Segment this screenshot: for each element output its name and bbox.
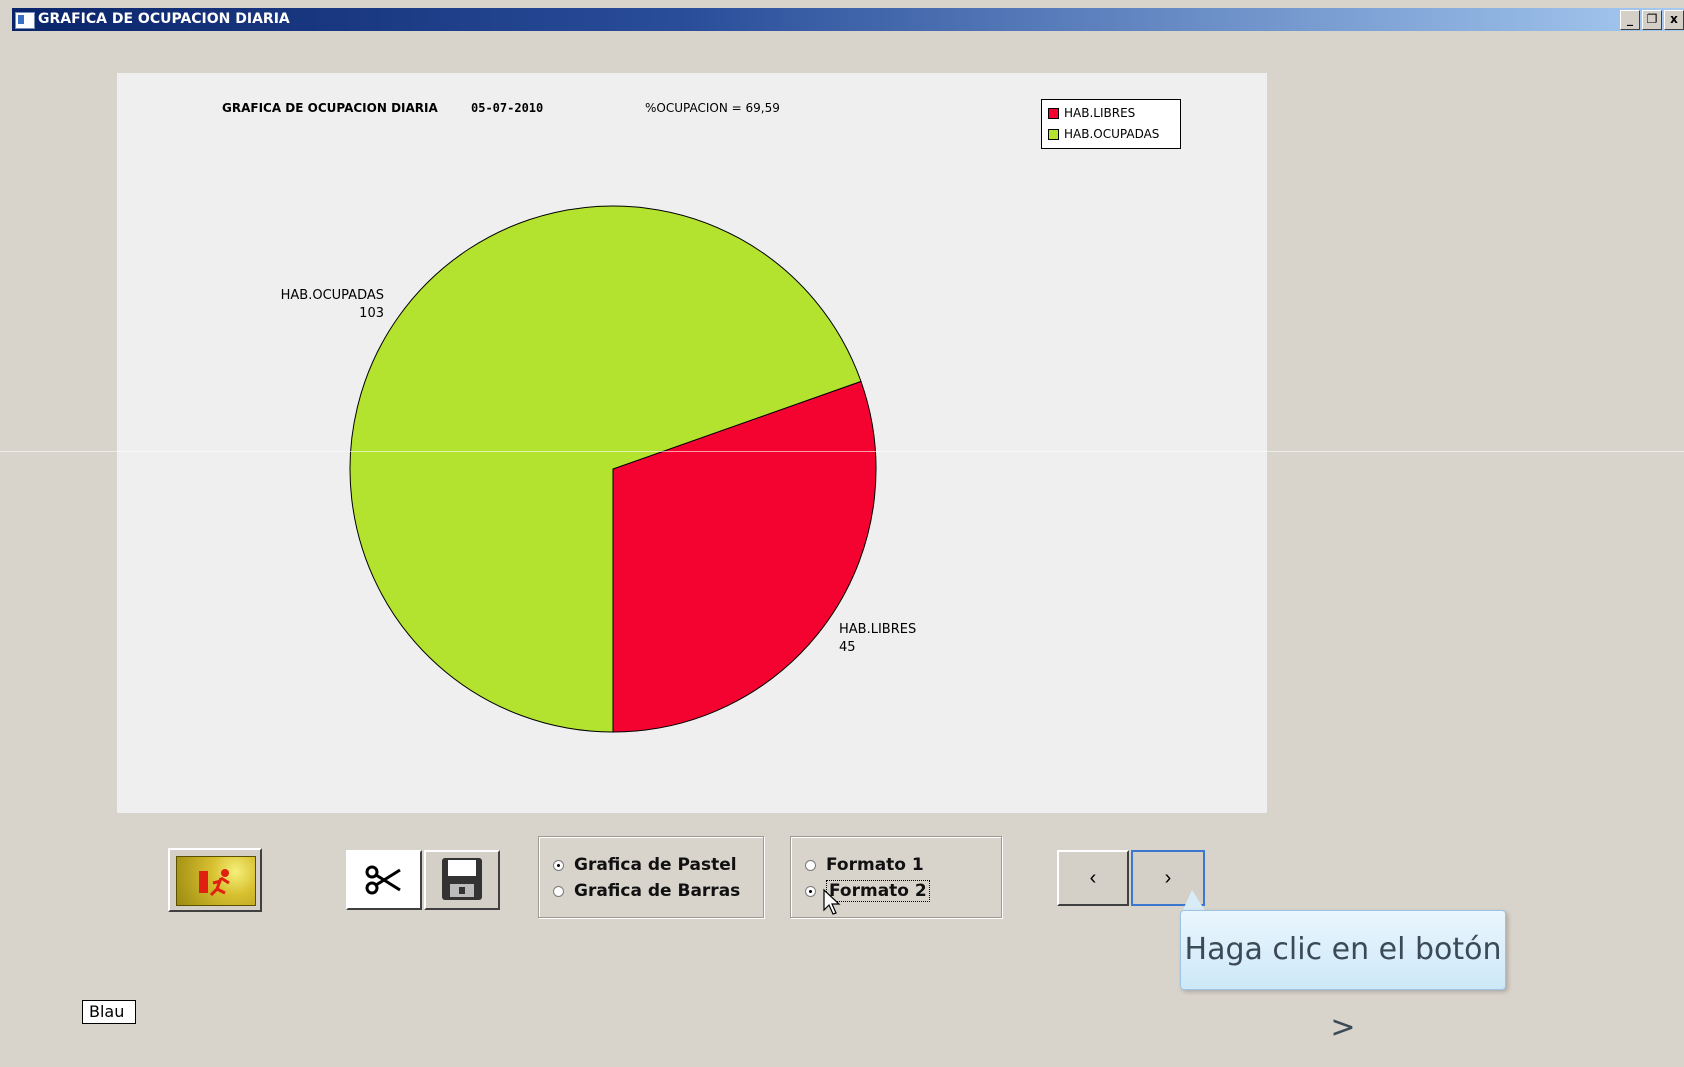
radio-label: Grafica de Barras (574, 881, 741, 901)
chart-panel: GRAFICA DE OCUPACION DIARIA 05-07-2010 %… (117, 73, 1267, 813)
legend-swatch-ocupadas (1048, 128, 1059, 140)
radio-formato-1[interactable]: Formato 1 (805, 853, 924, 877)
app-icon (15, 12, 35, 29)
legend-swatch-libres (1048, 107, 1059, 119)
radio-indicator[interactable] (553, 885, 564, 897)
legend-label-ocupadas: HAB.OCUPADAS (1064, 127, 1160, 141)
pie-chart: GRAFICA DE OCUPACION DIARIA 05-07-2010 %… (222, 101, 916, 733)
exit-door-icon (176, 856, 256, 906)
radio-label: Grafica de Pastel (574, 855, 737, 875)
save-button[interactable] (424, 850, 500, 910)
slice-label-libres-name: HAB.LIBRES (839, 622, 916, 637)
radio-indicator[interactable] (553, 859, 564, 871)
legend-item-libres: HAB.LIBRES (1048, 103, 1135, 123)
radio-indicator[interactable] (805, 885, 816, 897)
chart-date: 05-07-2010 (471, 101, 543, 115)
chart-type-group: Grafica de Pastel Grafica de Barras (538, 836, 764, 918)
legend-item-ocupadas: HAB.OCUPADAS (1048, 124, 1159, 144)
close-button[interactable]: x (1664, 10, 1684, 30)
title-bar: GRAFICA DE OCUPACION DIARIA _ ❐ x (12, 8, 1684, 31)
horizontal-divider (0, 451, 1684, 452)
radio-grafica-pastel[interactable]: Grafica de Pastel (553, 853, 737, 877)
mouse-cursor-icon (823, 888, 841, 915)
slice-label-ocupadas-name: HAB.OCUPADAS (281, 288, 384, 303)
window-controls: _ ❐ x (1620, 10, 1684, 30)
radio-grafica-barras[interactable]: Grafica de Barras (553, 879, 740, 903)
blau-button[interactable]: Blau (82, 1000, 136, 1024)
tooltip: Haga clic en el botón > (1180, 910, 1506, 1045)
chart-legend: HAB.LIBRES HAB.OCUPADAS (1041, 99, 1181, 149)
restore-button[interactable]: ❐ (1642, 10, 1662, 30)
floppy-disk-icon (442, 858, 482, 900)
radio-indicator[interactable] (805, 859, 816, 871)
minimize-button[interactable]: _ (1620, 10, 1640, 30)
previous-button[interactable]: ‹ (1057, 850, 1129, 906)
legend-label-libres: HAB.LIBRES (1064, 106, 1136, 120)
cut-button[interactable] (346, 850, 422, 910)
window-title: GRAFICA DE OCUPACION DIARIA (38, 11, 290, 27)
slice-label-ocupadas-value: 103 (359, 306, 384, 321)
radio-label: Formato 1 (826, 855, 924, 875)
occupancy-percentage: %OCUPACION = 69,59 (645, 101, 780, 115)
exit-button[interactable] (168, 848, 262, 912)
tooltip-tail (1182, 890, 1206, 912)
scissors-icon (365, 865, 401, 895)
chart-title: GRAFICA DE OCUPACION DIARIA (222, 101, 438, 115)
slice-label-libres-value: 45 (839, 640, 856, 655)
